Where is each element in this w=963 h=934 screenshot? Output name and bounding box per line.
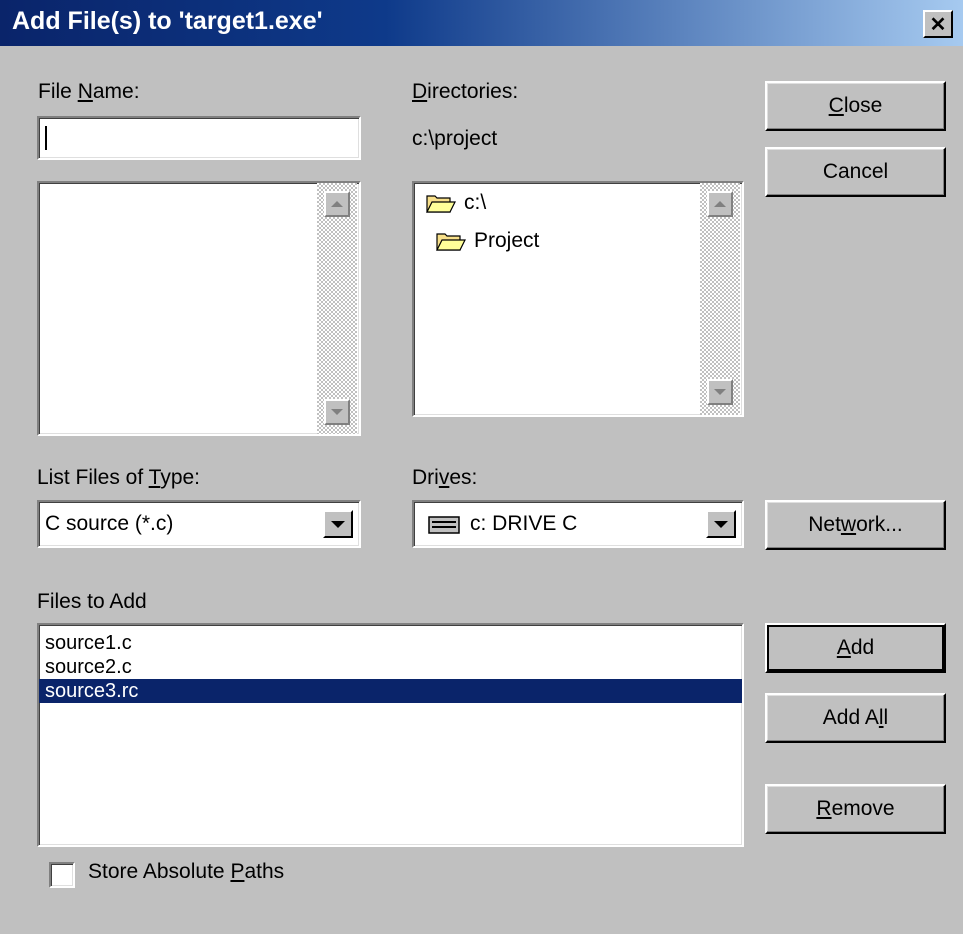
arrow-up-icon [714, 201, 726, 207]
title-close-button[interactable]: ✕ [923, 10, 953, 38]
text-caret [45, 126, 47, 150]
files-to-add-label: Files to Add [37, 590, 147, 613]
files-to-add-list[interactable]: source1.c source2.c source3.rc [37, 623, 744, 847]
file-name-input[interactable] [37, 116, 361, 160]
list-item[interactable]: source2.c [39, 655, 742, 679]
close-icon: ✕ [929, 13, 947, 36]
window-title: Add File(s) to 'target1.exe' [12, 7, 323, 35]
drives-label: Drives: [412, 466, 478, 489]
arrow-down-icon [331, 409, 343, 415]
list-item-selected[interactable]: source3.rc [39, 679, 742, 703]
network-button[interactable]: Net w ork... [765, 500, 946, 550]
add-button[interactable]: Add [765, 623, 946, 673]
file-type-dropdown-button[interactable] [323, 510, 353, 538]
file-name-label: File Name: [38, 80, 140, 103]
arrow-up-icon [331, 201, 343, 207]
directory-item-project[interactable]: Project [436, 229, 539, 253]
chevron-down-icon [331, 520, 345, 528]
open-folder-icon [436, 233, 466, 251]
store-absolute-paths-checkbox[interactable] [49, 862, 75, 888]
open-folder-icon [426, 195, 456, 213]
drive-icon [428, 516, 460, 534]
cancel-button[interactable]: Cancel [765, 147, 946, 197]
list-item[interactable]: source1.c [39, 631, 742, 655]
directory-list[interactable]: c:\ Project [412, 181, 744, 417]
close-button[interactable]: Close [765, 81, 946, 131]
add-all-button[interactable]: Add All [765, 693, 946, 743]
store-absolute-paths-label: Store Absolute Paths [88, 860, 285, 883]
drives-dropdown-button[interactable] [706, 510, 736, 538]
scroll-down-button[interactable] [324, 399, 350, 425]
file-list[interactable] [37, 181, 361, 436]
directories-label: Directories: [412, 80, 519, 103]
scroll-down-button[interactable] [707, 379, 733, 405]
remove-button[interactable]: Remove [765, 784, 946, 834]
file-type-select[interactable]: C source (*.c) [37, 500, 361, 548]
scroll-up-button[interactable] [707, 191, 733, 217]
directory-list-scrollbar[interactable] [700, 183, 740, 415]
file-list-scrollbar[interactable] [317, 183, 357, 434]
current-directory-path: c:\project [412, 127, 498, 150]
arrow-down-icon [714, 389, 726, 395]
scroll-up-button[interactable] [324, 191, 350, 217]
file-type-label: List Files of Type: [37, 466, 201, 489]
drives-select[interactable]: c: DRIVE C [412, 500, 744, 548]
chevron-down-icon [714, 520, 728, 528]
directory-item-root[interactable]: c:\ [426, 191, 486, 215]
